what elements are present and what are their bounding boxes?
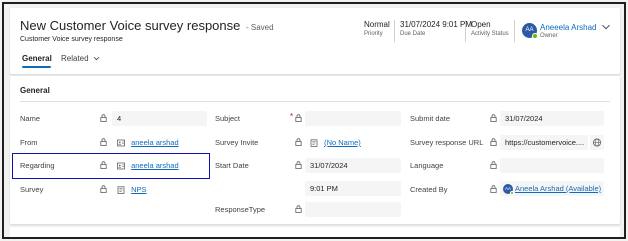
owner-label: Owner bbox=[540, 33, 558, 39]
submit-date-label: Submit date bbox=[410, 114, 451, 123]
lock-icon bbox=[100, 185, 107, 193]
survey-link[interactable]: NPS bbox=[131, 185, 146, 194]
created-by-link[interactable]: Aneela Arshad (Available) bbox=[515, 184, 601, 193]
name-field[interactable]: 4 bbox=[112, 111, 207, 126]
record-title: New Customer Voice survey response - Sav… bbox=[20, 18, 274, 33]
created-by-field[interactable]: AA Aneela Arshad (Available) bbox=[500, 181, 604, 196]
tab-general-label: General bbox=[22, 54, 52, 63]
next-section-header bbox=[10, 227, 620, 237]
lock-icon bbox=[100, 138, 107, 146]
lock-icon bbox=[490, 114, 497, 122]
lock-icon bbox=[490, 185, 497, 193]
required-indicator: * bbox=[290, 112, 294, 121]
activity-status-label: Activity Status bbox=[471, 31, 509, 37]
survey-icon bbox=[310, 139, 318, 147]
created-by-label: Created By bbox=[410, 185, 448, 194]
user-record-icon bbox=[117, 162, 125, 170]
record-title-text: New Customer Voice survey response bbox=[20, 18, 241, 33]
lock-icon bbox=[295, 205, 302, 213]
from-link[interactable]: aneela arshad bbox=[131, 138, 179, 147]
header-due-date[interactable]: 31/07/2024 9:01 PM Due Date bbox=[400, 20, 472, 37]
presence-indicator bbox=[510, 191, 514, 196]
record-header: New Customer Voice survey response - Sav… bbox=[10, 8, 620, 74]
lock-icon bbox=[490, 138, 497, 146]
save-status: - Saved bbox=[246, 23, 274, 32]
from-field[interactable]: aneela arshad bbox=[112, 135, 207, 150]
start-date-field[interactable]: 31/07/2024 bbox=[305, 158, 401, 173]
section-title: General bbox=[20, 86, 50, 95]
header-priority[interactable]: Normal Priority bbox=[364, 20, 390, 37]
section-divider bbox=[20, 101, 610, 102]
survey-response-url-field[interactable]: https://customervoice.... bbox=[500, 135, 588, 150]
owner-name-link[interactable]: Aneeela Arshad bbox=[540, 23, 597, 32]
survey-icon bbox=[117, 186, 125, 194]
name-label: Name bbox=[20, 114, 41, 123]
lock-icon bbox=[490, 161, 497, 169]
survey-invite-field[interactable]: (No Name) bbox=[305, 135, 401, 150]
lock-icon bbox=[100, 114, 107, 122]
regarding-field[interactable]: aneela arshad bbox=[112, 158, 207, 173]
tab-related-label: Related bbox=[61, 54, 89, 63]
presence-indicator bbox=[532, 33, 538, 39]
survey-field[interactable]: NPS bbox=[112, 182, 207, 197]
activity-status-value: Open bbox=[471, 20, 491, 29]
start-time-field[interactable]: 9:01 PM bbox=[305, 181, 401, 196]
header-divider bbox=[465, 20, 466, 42]
submit-date-field[interactable]: 31/07/2024 bbox=[500, 111, 604, 126]
priority-value: Normal bbox=[364, 20, 390, 29]
subject-field[interactable] bbox=[305, 111, 401, 126]
open-url-button[interactable] bbox=[590, 135, 604, 150]
owner-initials: AA bbox=[525, 27, 534, 33]
priority-label: Priority bbox=[364, 31, 383, 37]
tab-related[interactable]: Related bbox=[61, 54, 100, 63]
response-type-label: ResponseType bbox=[215, 205, 266, 214]
header-activity-status[interactable]: Open Activity Status bbox=[471, 20, 509, 37]
survey-invite-link[interactable]: (No Name) bbox=[324, 138, 361, 147]
chevron-down-icon bbox=[93, 57, 100, 61]
survey-response-url-label: Survey response URL bbox=[410, 138, 484, 147]
owner-avatar: AA bbox=[522, 23, 538, 39]
user-record-icon bbox=[117, 139, 125, 147]
record-entity-name: Customer Voice survey response bbox=[20, 36, 123, 43]
response-type-field[interactable] bbox=[305, 202, 401, 217]
chevron-down-icon[interactable] bbox=[601, 22, 611, 32]
from-label: From bbox=[20, 138, 38, 147]
regarding-label: Regarding bbox=[20, 161, 55, 170]
lock-icon bbox=[295, 138, 302, 146]
created-by-avatar: AA bbox=[503, 184, 514, 196]
subject-label: Subject bbox=[215, 114, 241, 123]
header-divider bbox=[514, 20, 515, 42]
header-divider bbox=[394, 20, 395, 42]
due-date-label: Due Date bbox=[400, 31, 426, 37]
tab-selected-indicator bbox=[22, 66, 51, 68]
language-label: Language bbox=[410, 161, 444, 170]
start-date-label: Start Date bbox=[215, 161, 249, 170]
survey-invite-label: Survey Invite bbox=[215, 138, 259, 147]
globe-icon bbox=[593, 138, 601, 147]
tab-general[interactable]: General bbox=[22, 54, 52, 63]
due-date-value: 31/07/2024 9:01 PM bbox=[400, 20, 473, 29]
lock-icon bbox=[100, 161, 107, 169]
language-field[interactable] bbox=[500, 158, 604, 173]
survey-label: Survey bbox=[20, 185, 44, 194]
lock-icon bbox=[295, 114, 302, 122]
lock-icon bbox=[295, 161, 302, 169]
regarding-link[interactable]: aneela arshad bbox=[131, 161, 179, 170]
app-frame: New Customer Voice survey response - Sav… bbox=[2, 2, 626, 239]
